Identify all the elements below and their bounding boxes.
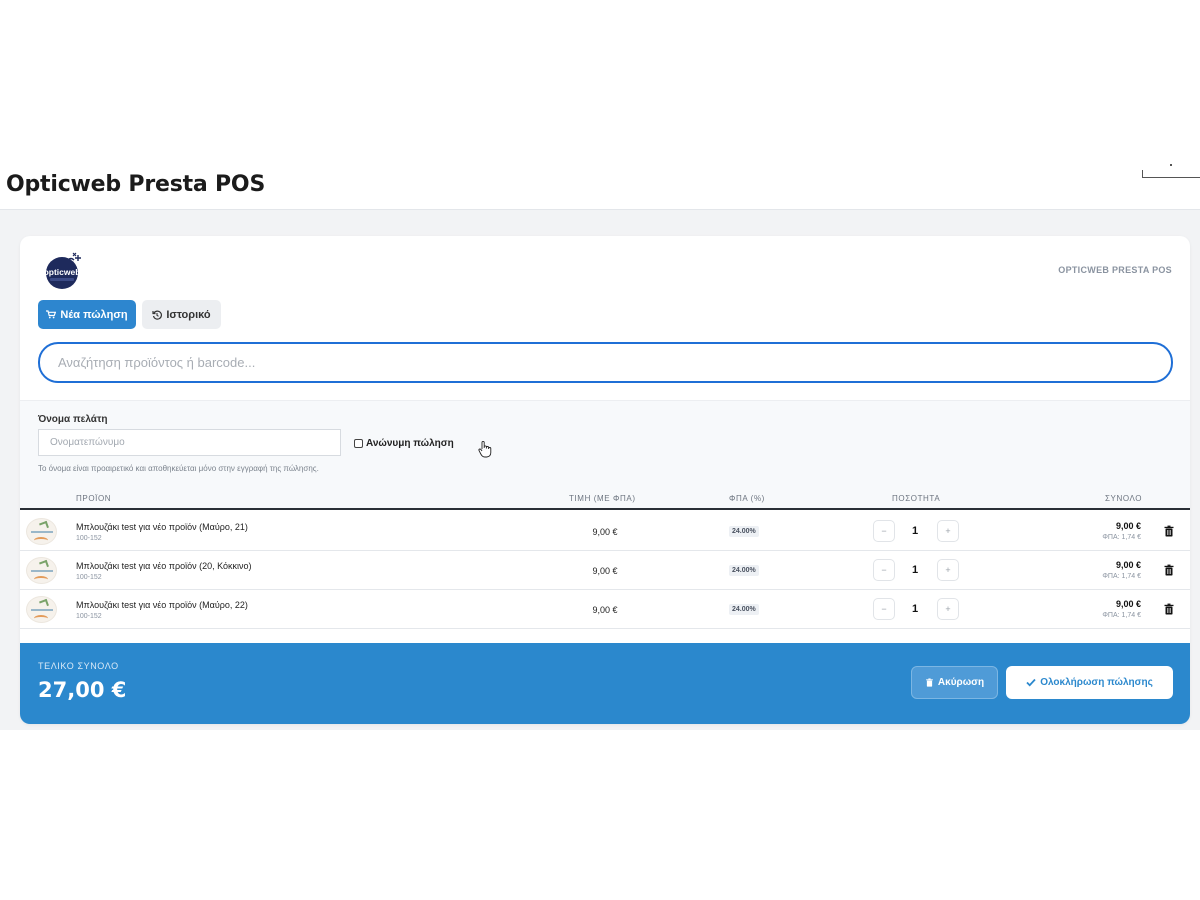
anonymous-sale-option[interactable]: Ανώνυμη πώληση (354, 438, 454, 449)
product-reference: 100-152 (76, 535, 102, 542)
thumbnail-stripe (31, 531, 53, 533)
final-total-value: 27,00 € (38, 678, 127, 702)
thumbnail-sun (34, 615, 48, 622)
thumbnail-arrow (39, 520, 49, 531)
row-total: 9,00 € (1115, 599, 1141, 609)
product-reference: 100-152 (76, 613, 102, 620)
vat-badge: 24.00% (729, 604, 759, 615)
thumbnail-arrow (39, 559, 49, 570)
cancel-sale-label: Ακύρωση (937, 677, 985, 688)
product-thumbnail (26, 596, 57, 623)
table-row: Μπλουζάκι test για νέο προϊόν (Μαύρο, 21… (20, 512, 1190, 551)
thumbnail-stripe (31, 570, 53, 572)
decrease-quantity-button[interactable]: − (873, 559, 895, 581)
page-header: Opticweb Presta POS (0, 160, 1200, 210)
increase-quantity-button[interactable]: + (937, 520, 959, 542)
vat-badge: 24.00% (729, 526, 759, 537)
product-search-input[interactable] (38, 342, 1173, 383)
product-price: 9,00 € (592, 605, 618, 615)
trash-icon[interactable] (1163, 603, 1175, 615)
header-quantity: ΠΟΣΟΤΗΤΑ (892, 494, 941, 503)
table-row: Μπλουζάκι test για νέο προϊόν (Μαύρο, 22… (20, 590, 1190, 629)
final-total-label: ΤΕΛΙΚΟ ΣΥΝΟΛΟ (38, 661, 119, 671)
increase-quantity-button[interactable]: + (937, 559, 959, 581)
decrease-quantity-button[interactable]: − (873, 520, 895, 542)
cart-icon (46, 310, 57, 319)
new-sale-button[interactable]: Νέα πώληση (38, 300, 136, 329)
app-label: OPTICWEB PRESTA POS (1058, 265, 1172, 275)
product-name: Μπλουζάκι test για νέο προϊόν (Μαύρο, 21… (76, 522, 248, 532)
opticweb-logo: opticweb (44, 252, 81, 289)
customer-help-text: Το όνομα είναι προαιρετικό και αποθηκεύε… (38, 464, 319, 473)
thumbnail-stripe (31, 609, 53, 611)
header-corner-dot (1170, 164, 1172, 166)
row-vat-amount: ΦΠΑ: 1,74 € (1102, 534, 1141, 541)
trash-icon[interactable] (1163, 525, 1175, 537)
vat-badge: 24.00% (729, 565, 759, 576)
row-vat-amount: ΦΠΑ: 1,74 € (1102, 612, 1141, 619)
quantity-value: 1 (911, 564, 919, 576)
product-thumbnail (26, 518, 57, 545)
increase-quantity-button[interactable]: + (937, 598, 959, 620)
page-title: Opticweb Presta POS (6, 172, 266, 197)
history-icon (152, 310, 163, 320)
pos-card: opticweb OPTICWEB PRESTA POS Νέα πώληση … (20, 236, 1190, 724)
row-total: 9,00 € (1115, 521, 1141, 531)
row-total: 9,00 € (1115, 560, 1141, 570)
trash-icon[interactable] (1163, 564, 1175, 576)
header-total: ΣΥΝΟΛΟ (1105, 494, 1143, 503)
table-row: Μπλουζάκι test για νέο προϊόν (20, Κόκκι… (20, 551, 1190, 590)
header-price: ΤΙΜΗ (ΜΕ ΦΠΑ) (569, 494, 636, 503)
anonymous-sale-checkbox[interactable] (354, 439, 363, 448)
product-reference: 100-152 (76, 574, 102, 581)
anonymous-sale-label[interactable]: Ανώνυμη πώληση (366, 438, 454, 449)
complete-sale-button[interactable]: Ολοκλήρωση πώλησης (1006, 666, 1173, 699)
complete-sale-label: Ολοκλήρωση πώλησης (1040, 677, 1153, 688)
trash-icon (926, 678, 933, 687)
product-price: 9,00 € (592, 566, 618, 576)
thumbnail-sun (34, 576, 48, 583)
history-button[interactable]: Ιστορικό (142, 300, 221, 329)
quantity-value: 1 (911, 603, 919, 615)
check-icon (1026, 678, 1036, 687)
customer-name-input[interactable] (38, 429, 341, 456)
top-blank-area (0, 0, 1200, 160)
customer-section: Όνομα πελάτη Ανώνυμη πώληση Το όνομα είν… (20, 400, 1190, 486)
thumbnail-sun (34, 537, 48, 544)
header-corner-decoration (1142, 170, 1200, 178)
header-vat: ΦΠΑ (%) (729, 494, 765, 503)
product-price: 9,00 € (592, 527, 618, 537)
thumbnail-arrow (39, 598, 49, 609)
history-label: Ιστορικό (166, 308, 211, 321)
new-sale-label: Νέα πώληση (60, 308, 128, 321)
cancel-sale-button[interactable]: Ακύρωση (911, 666, 998, 699)
customer-name-label: Όνομα πελάτη (38, 414, 108, 425)
row-vat-amount: ΦΠΑ: 1,74 € (1102, 573, 1141, 580)
checkout-footer: ΤΕΛΙΚΟ ΣΥΝΟΛΟ 27,00 € Ακύρωση Ολοκλήρωση… (20, 643, 1190, 724)
product-thumbnail (26, 557, 57, 584)
decrease-quantity-button[interactable]: − (873, 598, 895, 620)
header-product: ΠΡΟΪΟΝ (76, 494, 112, 503)
hand-cursor-icon (478, 440, 492, 458)
logo-text: opticweb (44, 267, 81, 277)
product-name: Μπλουζάκι test για νέο προϊόν (20, Κόκκι… (76, 561, 252, 571)
cart-table-header: ΠΡΟΪΟΝ ΤΙΜΗ (ΜΕ ΦΠΑ) ΦΠΑ (%) ΠΟΣΟΤΗΤΑ ΣΥ… (20, 486, 1190, 510)
quantity-value: 1 (911, 525, 919, 537)
product-name: Μπλουζάκι test για νέο προϊόν (Μαύρο, 22… (76, 600, 248, 610)
